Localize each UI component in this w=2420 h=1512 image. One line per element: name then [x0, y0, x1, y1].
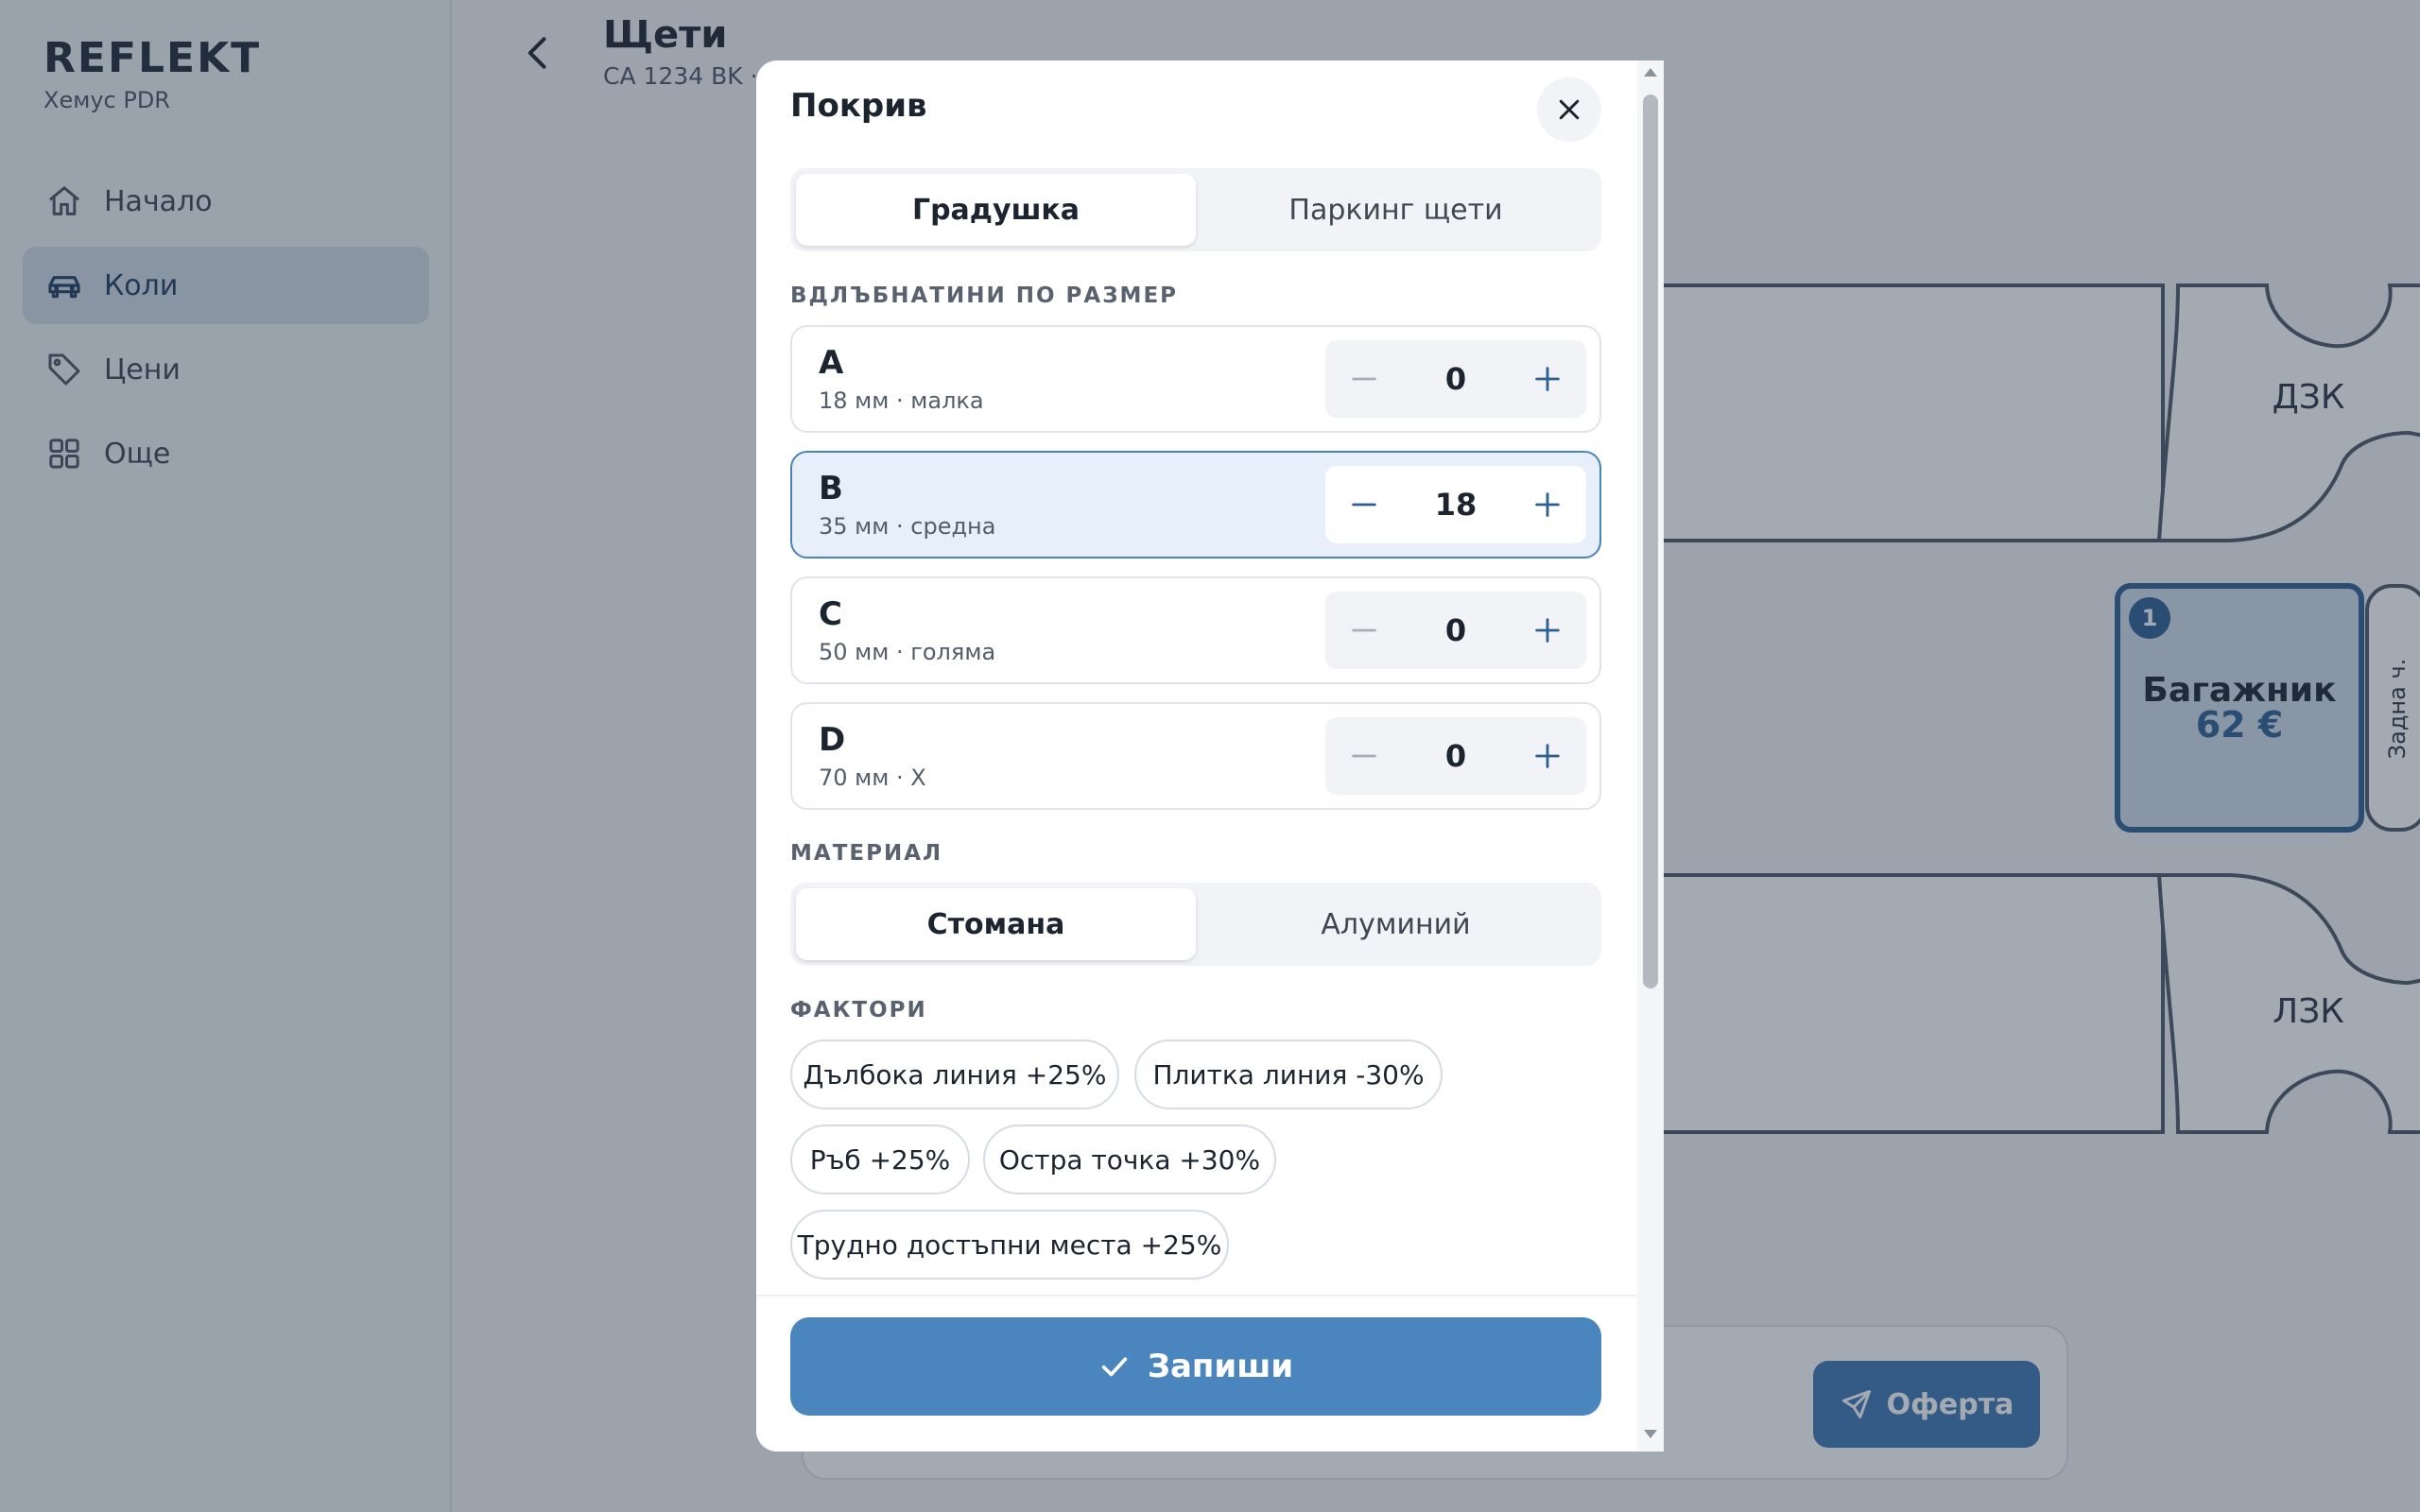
decrement-button[interactable]	[1325, 717, 1403, 795]
plus-icon	[1535, 744, 1560, 768]
factor-chip-sharp-point[interactable]: Остра точка +30%	[983, 1125, 1276, 1194]
plus-icon	[1535, 618, 1560, 643]
factor-chip-edge[interactable]: Ръб +25%	[790, 1125, 970, 1194]
increment-button[interactable]	[1509, 466, 1586, 543]
minus-icon	[1352, 754, 1376, 758]
dent-description: 35 мм · средна	[819, 513, 996, 540]
modal-footer: Запиши	[756, 1295, 1637, 1452]
save-button[interactable]: Запиши	[790, 1317, 1601, 1416]
tab-hail[interactable]: Градушка	[796, 174, 1196, 246]
dent-name: C	[819, 595, 842, 633]
increment-button[interactable]	[1509, 340, 1586, 418]
minus-icon	[1352, 377, 1376, 381]
quantity-value[interactable]: 0	[1403, 592, 1509, 669]
dent-name: D	[819, 721, 846, 759]
quantity-stepper: 0	[1325, 340, 1586, 418]
dents-section-label: ВДЛЪБНАТИНИ ПО РАЗМЕР	[790, 284, 1179, 308]
panel-damage-modal: Покрив Градушка Паркинг щети ВДЛЪБНАТИНИ…	[756, 60, 1664, 1452]
factor-chip-shallow-line[interactable]: Плитка линия -30%	[1134, 1040, 1443, 1109]
scroll-up-arrow-icon[interactable]	[1644, 68, 1657, 77]
plus-icon	[1535, 367, 1560, 391]
decrement-button[interactable]	[1325, 466, 1403, 543]
plus-icon	[1535, 492, 1560, 517]
modal-scrollbar[interactable]	[1637, 60, 1664, 1452]
material-selector: Стомана Алуминий	[790, 883, 1601, 966]
dent-row-b: B 35 мм · средна 18	[790, 451, 1601, 558]
dent-row-c: C 50 мм · голяма 0	[790, 576, 1601, 684]
scroll-down-arrow-icon[interactable]	[1644, 1430, 1657, 1438]
factor-chip-deep-line[interactable]: Дълбока линия +25%	[790, 1040, 1119, 1109]
quantity-value[interactable]: 0	[1403, 717, 1509, 795]
quantity-stepper: 0	[1325, 717, 1586, 795]
dent-description: 70 мм · X	[819, 765, 926, 791]
dent-row-a: A 18 мм · малка 0	[790, 325, 1601, 433]
dent-row-d: D 70 мм · X 0	[790, 702, 1601, 810]
save-button-label: Запиши	[1147, 1348, 1294, 1385]
quantity-stepper: 0	[1325, 592, 1586, 669]
decrement-button[interactable]	[1325, 592, 1403, 669]
decrement-button[interactable]	[1325, 340, 1403, 418]
close-button[interactable]	[1537, 77, 1601, 142]
material-steel[interactable]: Стомана	[796, 888, 1196, 960]
increment-button[interactable]	[1509, 592, 1586, 669]
damage-type-selector: Градушка Паркинг щети	[790, 168, 1601, 251]
check-icon	[1101, 1357, 1127, 1377]
dent-name: A	[819, 344, 844, 382]
material-aluminium[interactable]: Алуминий	[1196, 888, 1596, 960]
factors-section-label: ФАКТОРИ	[790, 998, 927, 1022]
dent-name: B	[819, 470, 843, 507]
quantity-value[interactable]: 0	[1403, 340, 1509, 418]
material-section-label: МАТЕРИАЛ	[790, 841, 943, 866]
quantity-stepper: 18	[1325, 466, 1586, 543]
factor-chip-hard-to-reach[interactable]: Трудно достъпни места +25%	[790, 1210, 1229, 1280]
scrollbar-thumb[interactable]	[1643, 94, 1658, 988]
dent-description: 50 мм · голяма	[819, 639, 996, 665]
tab-parking-damage[interactable]: Паркинг щети	[1196, 174, 1596, 246]
quantity-value[interactable]: 18	[1403, 466, 1509, 543]
modal-title: Покрив	[790, 87, 927, 125]
dent-description: 18 мм · малка	[819, 387, 984, 414]
minus-icon	[1352, 503, 1376, 507]
close-icon	[1559, 99, 1580, 120]
minus-icon	[1352, 628, 1376, 632]
increment-button[interactable]	[1509, 717, 1586, 795]
